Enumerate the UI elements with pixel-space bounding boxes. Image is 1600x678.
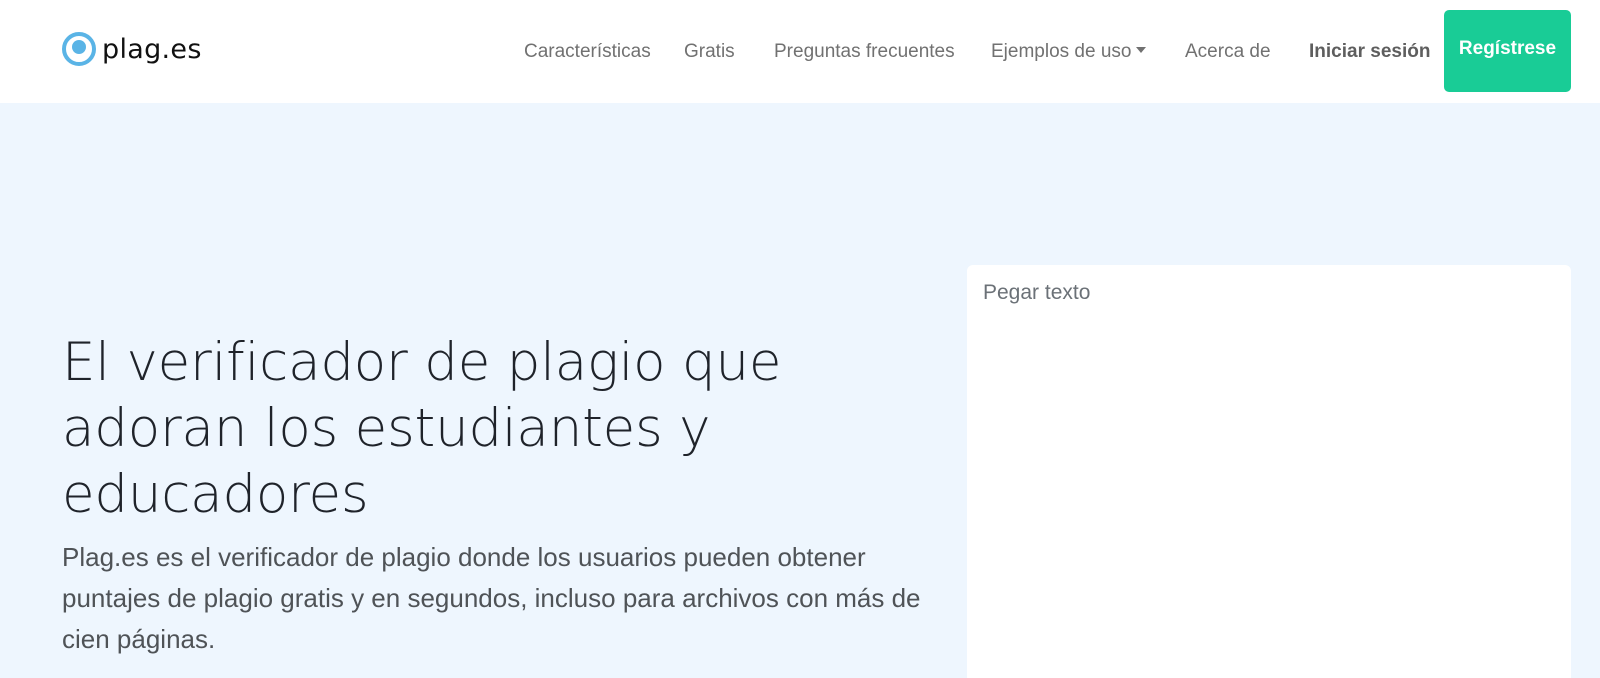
brand-name: plag.es [102, 33, 202, 65]
caret-down-icon [1136, 46, 1147, 53]
hero-title: El verificador de plagio que adoran los … [62, 332, 782, 525]
nav-link-free[interactable]: Gratis [684, 40, 735, 64]
nav-link-features[interactable]: Características [524, 40, 651, 64]
nav-link-examples[interactable]: Ejemplos de uso [991, 40, 1147, 64]
top-navbar: plag.es Características Gratis Preguntas… [0, 0, 1600, 103]
nav-link-examples-label: Ejemplos de uso [991, 41, 1132, 62]
nav-link-faq[interactable]: Preguntas frecuentes [774, 40, 955, 64]
eye-logo-icon [62, 32, 96, 66]
login-link[interactable]: Iniciar sesión [1309, 40, 1430, 64]
nav-link-about[interactable]: Acerca de [1185, 40, 1271, 64]
hero-description: Plag.es es el verificador de plagio dond… [62, 542, 921, 654]
paste-text-input[interactable] [967, 265, 1571, 678]
register-button[interactable]: Regístrese [1444, 10, 1571, 92]
brand-link[interactable]: plag.es [62, 32, 202, 66]
